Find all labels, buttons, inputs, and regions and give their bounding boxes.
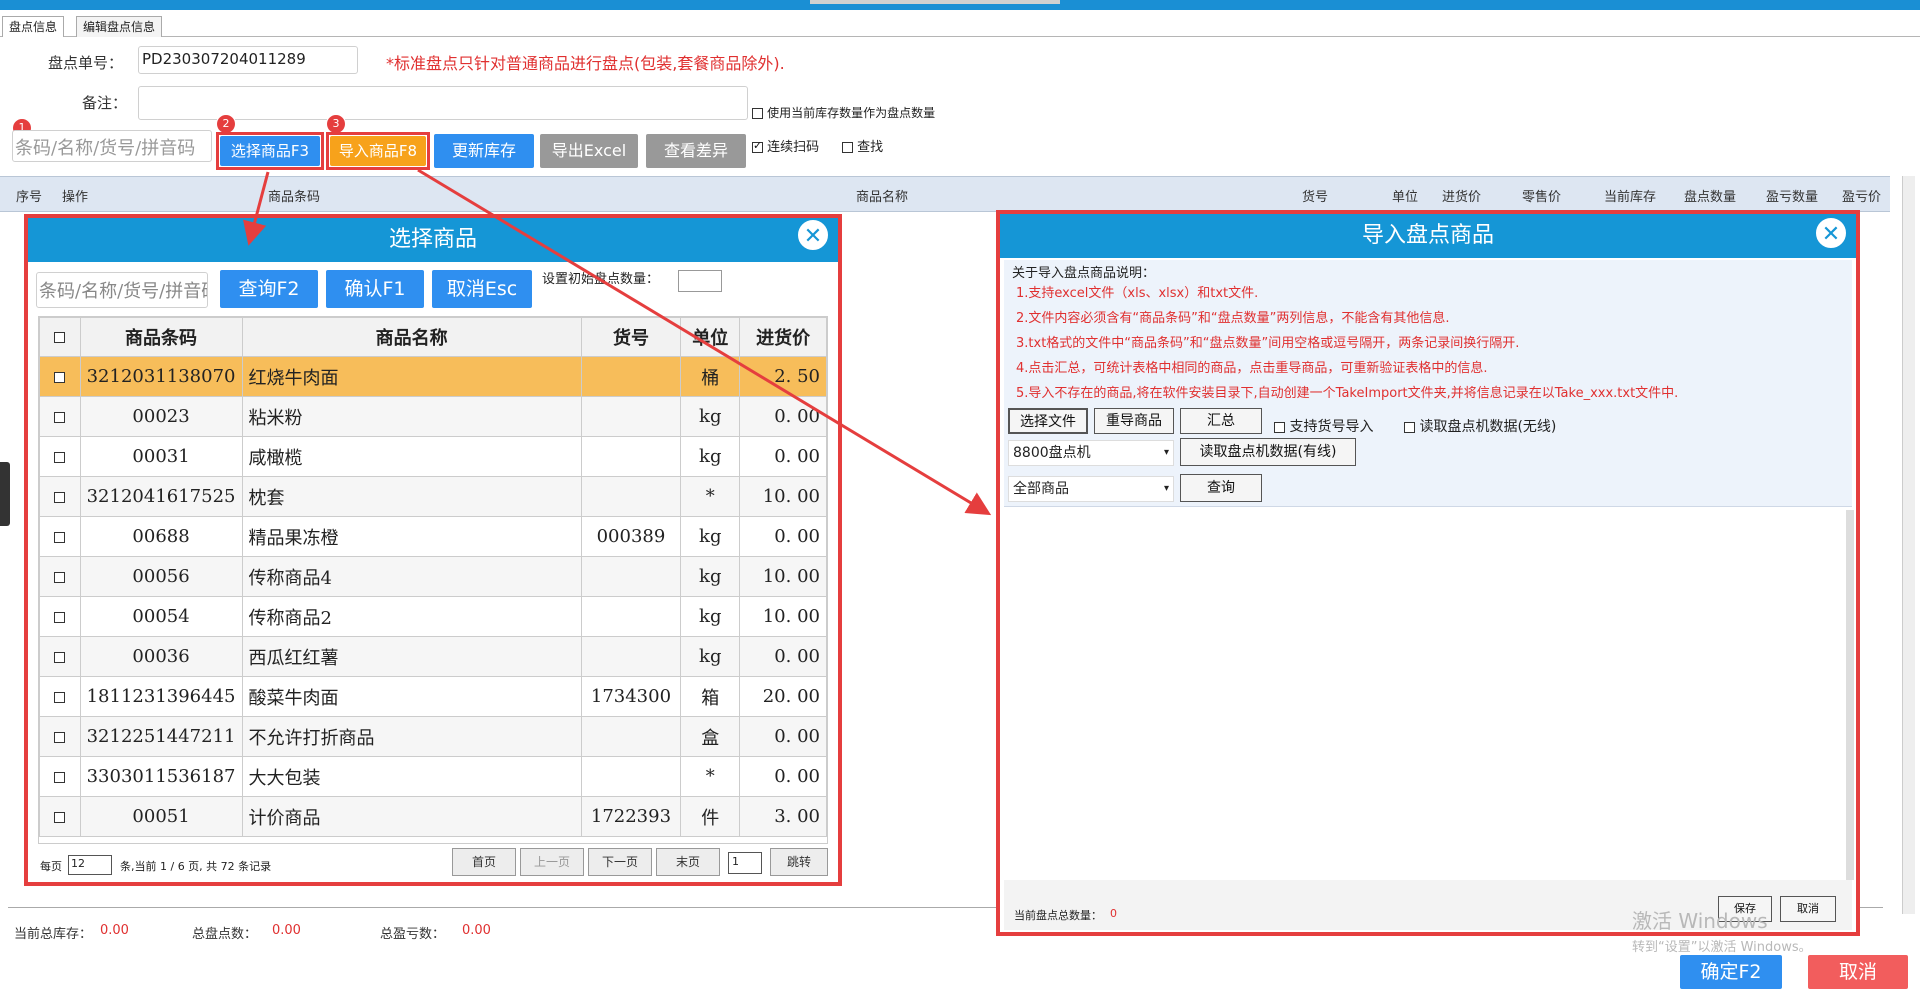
annotation-arrows xyxy=(243,168,992,516)
arrow-to-select-panel xyxy=(243,171,270,246)
arrow-to-import-panel xyxy=(417,168,992,516)
